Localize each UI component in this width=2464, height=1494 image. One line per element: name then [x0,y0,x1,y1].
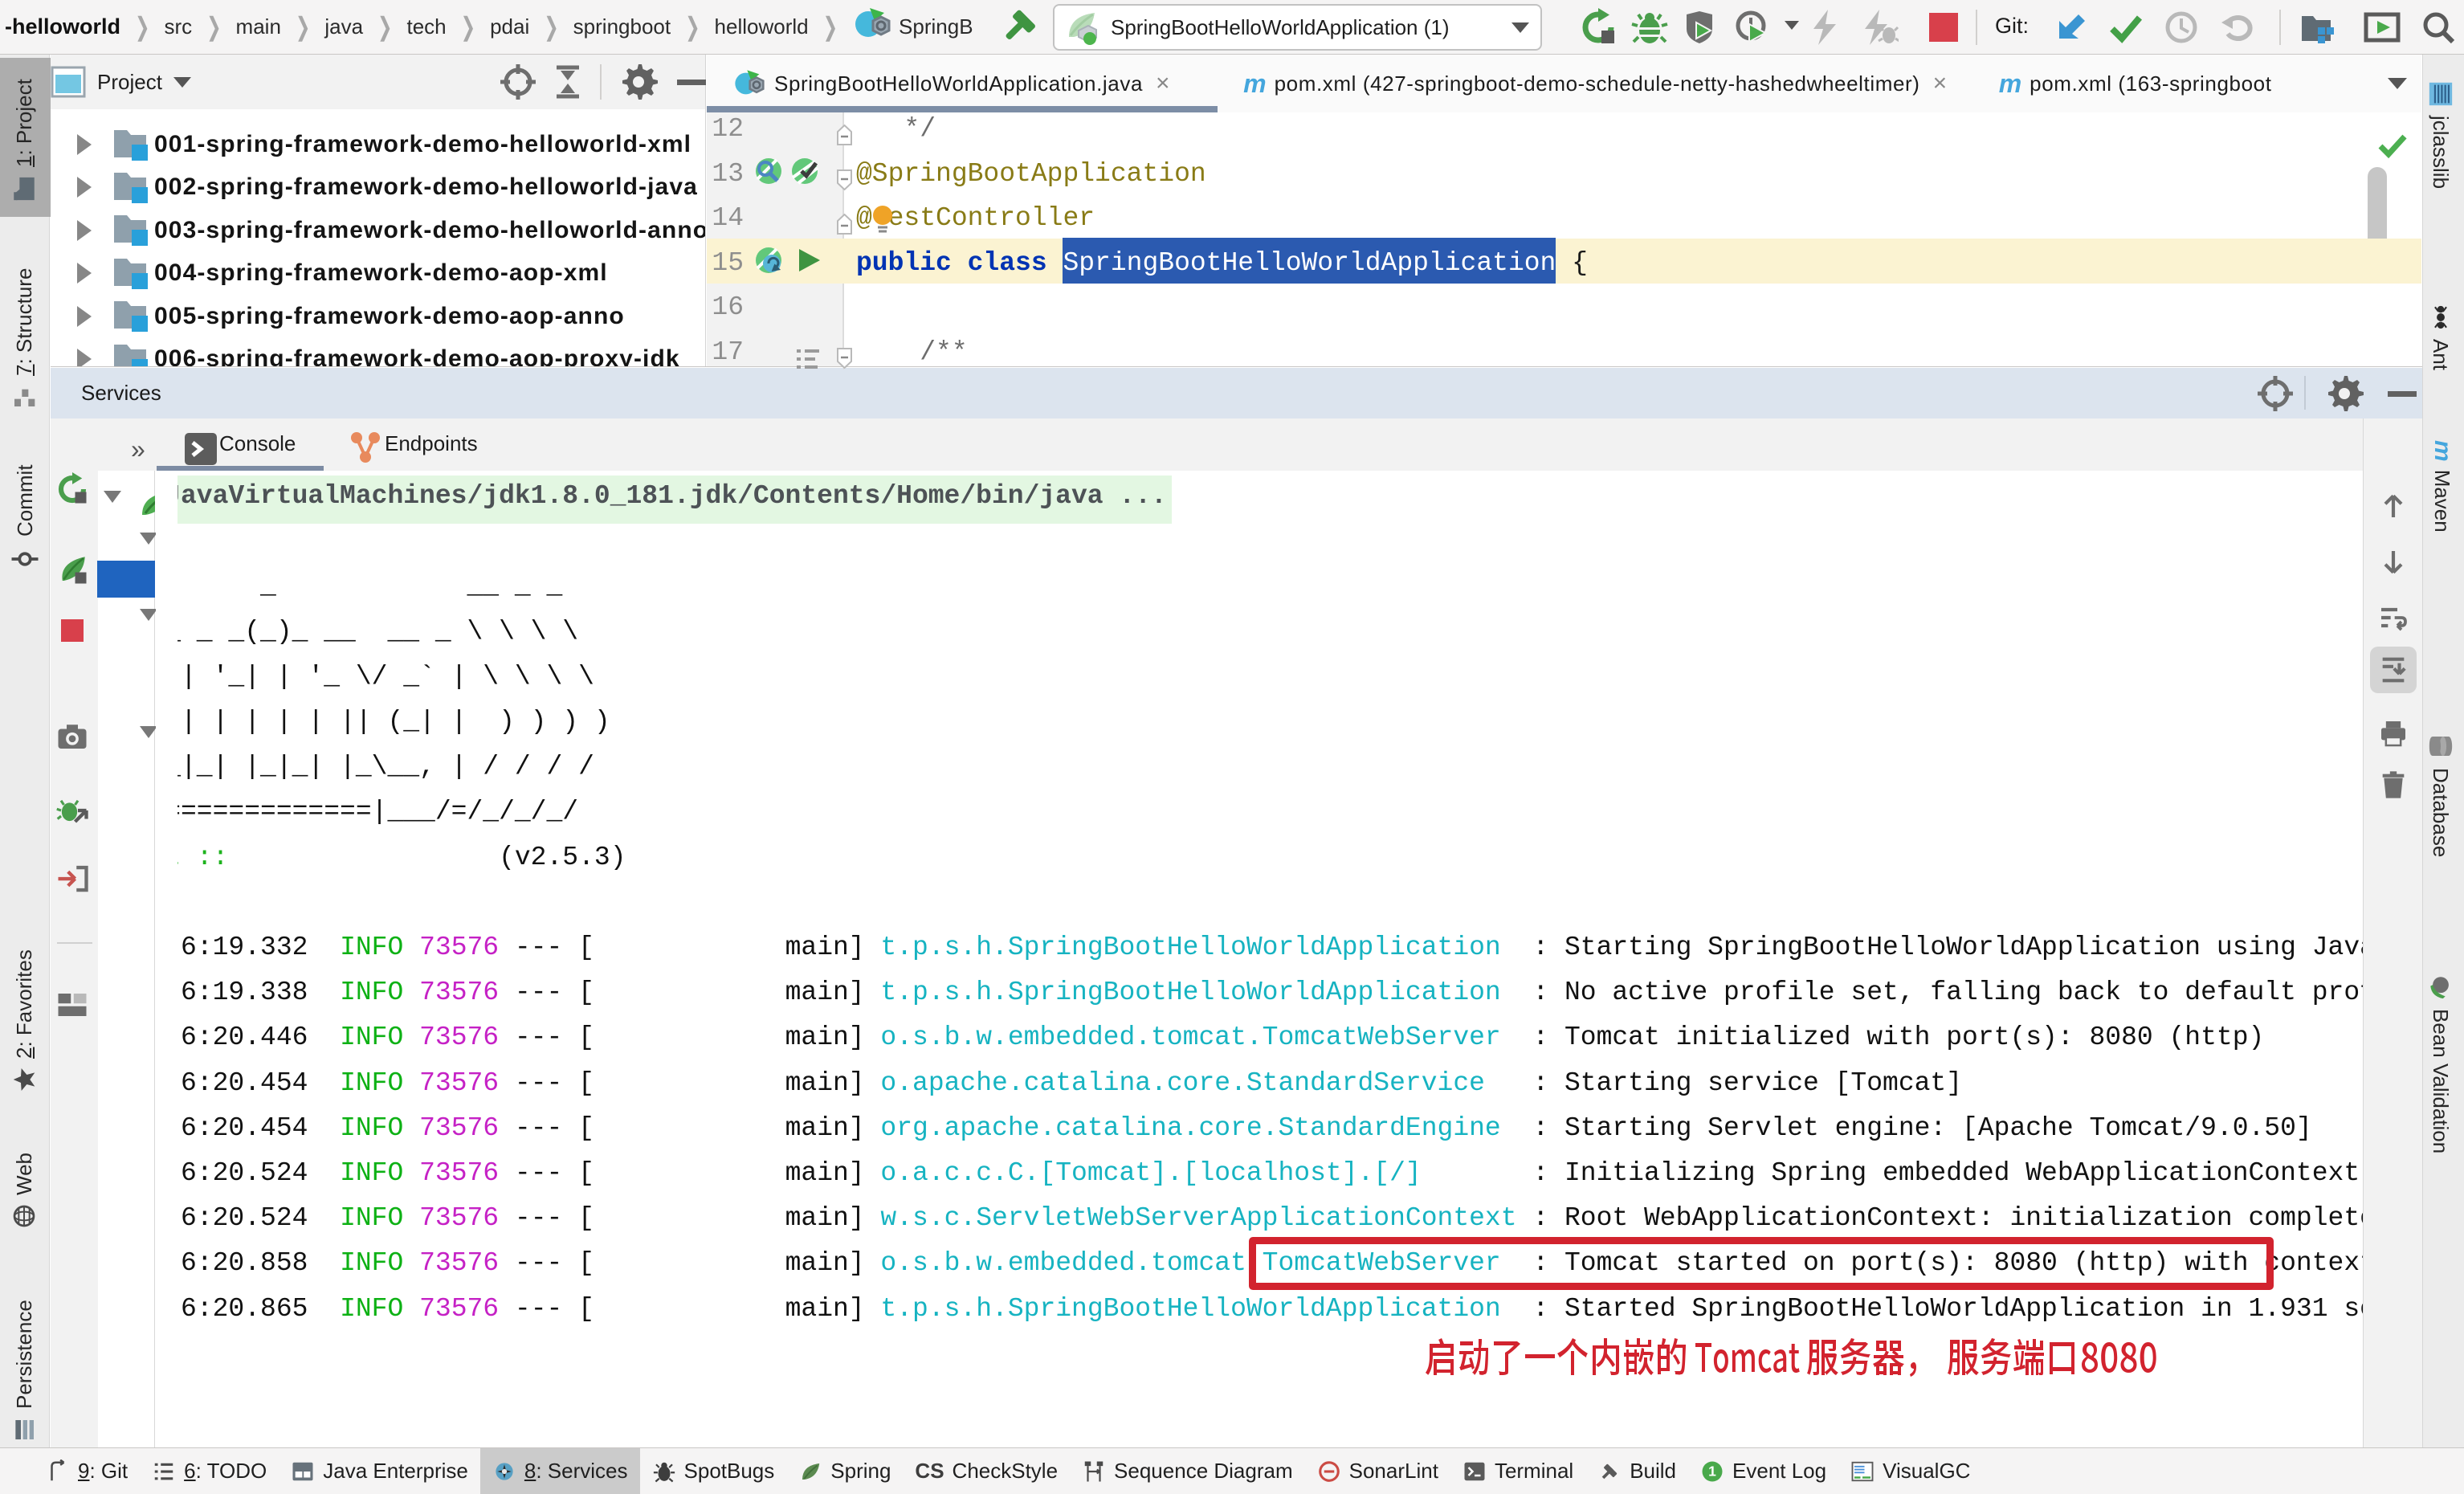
svg-text:1: 1 [1708,1463,1716,1479]
